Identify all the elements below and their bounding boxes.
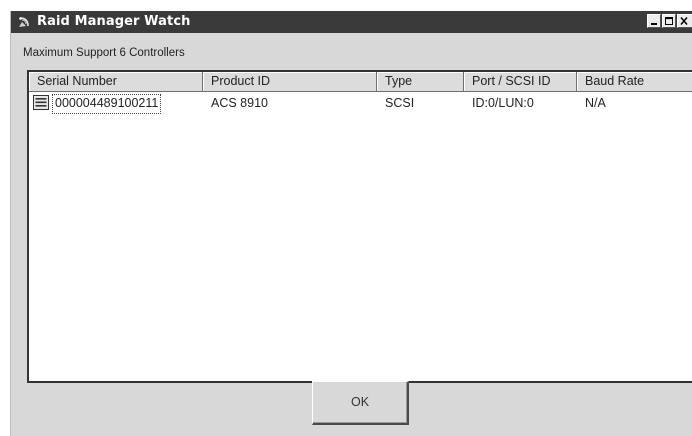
column-header-type[interactable]: Type xyxy=(377,72,464,92)
column-header-serial-number[interactable]: Serial Number xyxy=(29,72,203,92)
window-title: Raid Manager Watch xyxy=(37,14,191,29)
list-header: Serial Number Product ID Type Port / SCS… xyxy=(29,72,692,92)
satellite-dish-icon[interactable] xyxy=(17,15,31,29)
table-row[interactable]: 000004489100211 ACS 8910 SCSI ID:0/LUN:0… xyxy=(29,93,692,114)
max-controllers-label: Maximum Support 6 Controllers xyxy=(23,47,185,59)
maximize-button[interactable] xyxy=(662,14,676,28)
cell-product-id: ACS 8910 xyxy=(211,96,268,110)
minimize-button[interactable] xyxy=(647,14,661,28)
title-bar[interactable]: Raid Manager Watch xyxy=(11,11,692,33)
minimize-icon xyxy=(651,23,657,25)
column-header-baud-rate[interactable]: Baud Rate xyxy=(577,72,692,92)
maximize-icon xyxy=(665,17,673,25)
cell-serial-number[interactable]: 000004489100211 xyxy=(52,94,162,114)
cell-type: SCSI xyxy=(385,96,415,110)
cell-port-scsi-id: ID:0/LUN:0 xyxy=(472,96,534,110)
column-header-port-scsi-id[interactable]: Port / SCSI ID xyxy=(464,72,577,92)
controller-icon xyxy=(33,95,49,110)
column-header-product-id[interactable]: Product ID xyxy=(203,72,377,92)
controller-list[interactable]: Serial Number Product ID Type Port / SCS… xyxy=(27,70,692,383)
close-icon xyxy=(680,17,688,25)
close-button[interactable] xyxy=(677,14,692,28)
cell-baud-rate: N/A xyxy=(585,96,606,110)
ok-button[interactable]: OK xyxy=(312,381,409,425)
raid-manager-window: Raid Manager Watch Maximum Support 6 Con… xyxy=(10,11,692,436)
